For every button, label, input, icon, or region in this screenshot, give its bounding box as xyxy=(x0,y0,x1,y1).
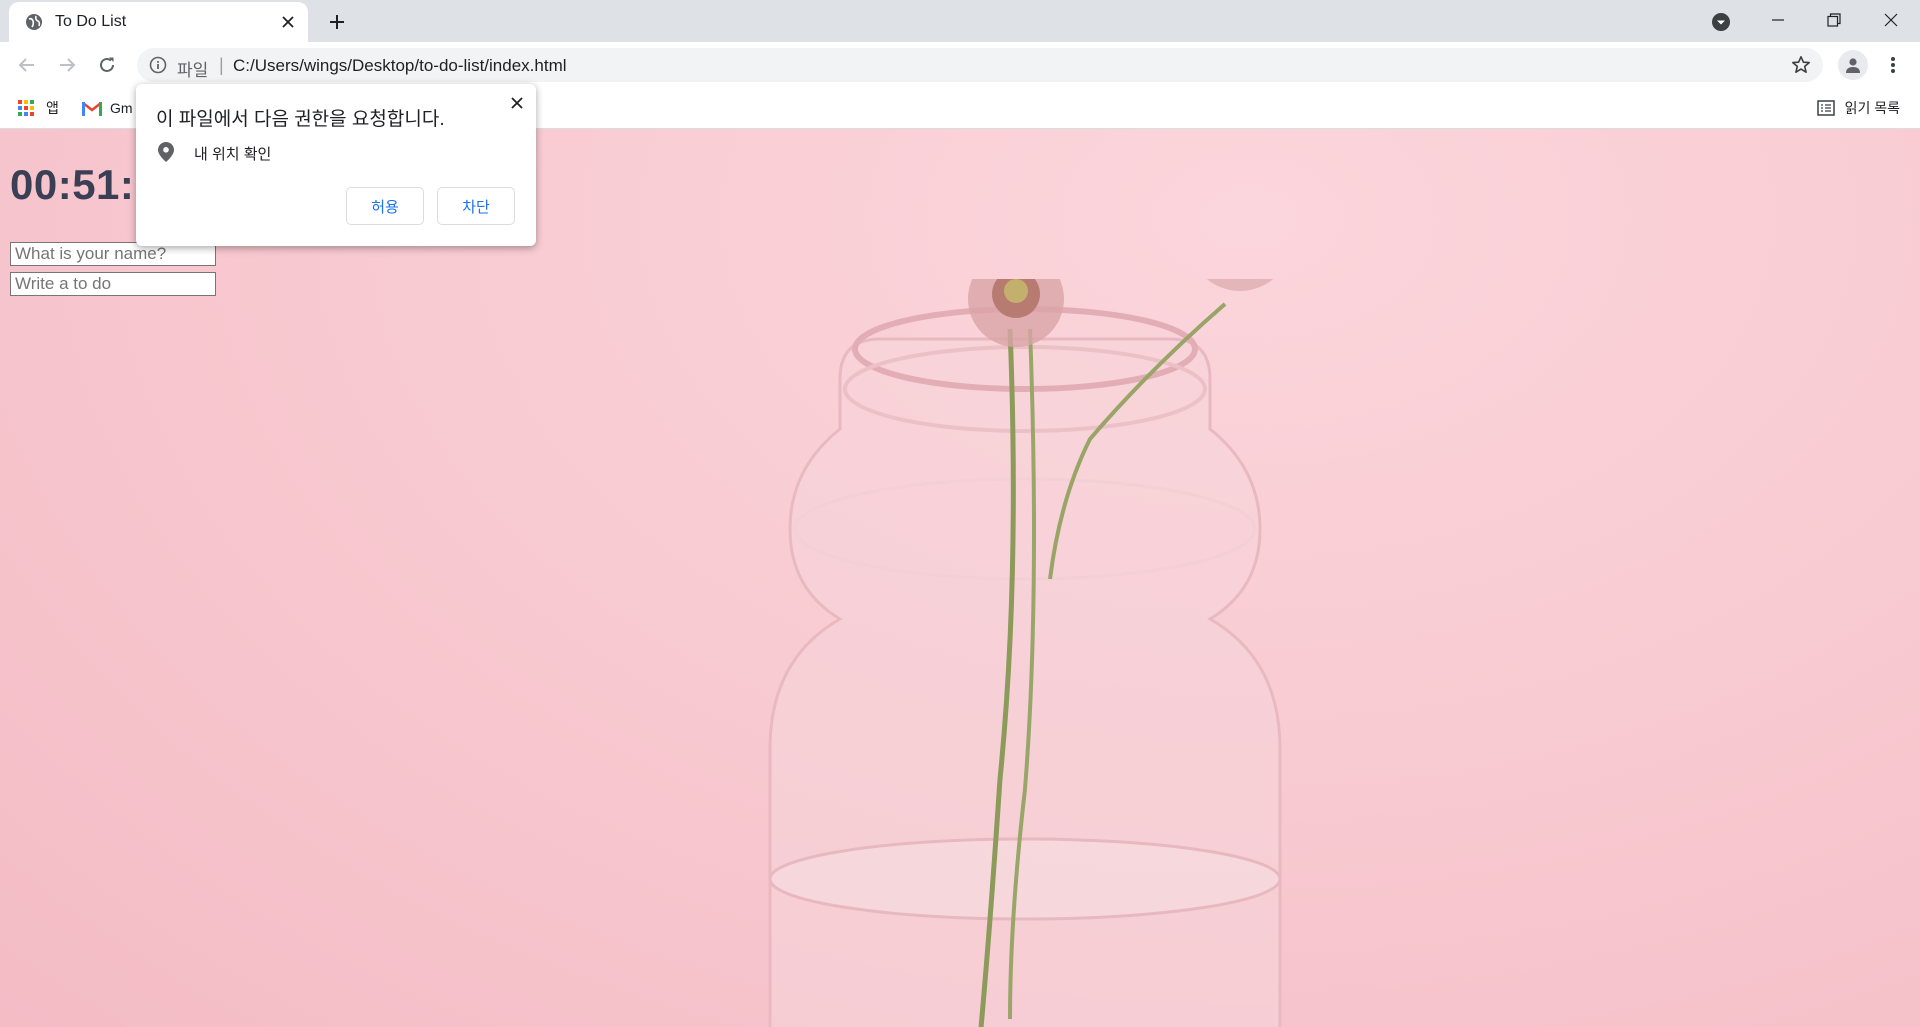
address-bar[interactable]: 파일 | C:/Users/wings/Desktop/to-do-list/i… xyxy=(137,48,1823,82)
permission-title: 이 파일에서 다음 권한을 요청합니다. xyxy=(156,109,445,130)
tab-strip: To Do List xyxy=(0,0,1920,42)
reading-list-label: 읽기 목록 xyxy=(1844,100,1900,116)
restore-icon xyxy=(1827,13,1841,27)
arrow-left-icon xyxy=(18,58,34,72)
url-separator: | xyxy=(219,55,224,75)
star-icon[interactable] xyxy=(1791,55,1811,75)
browser-menu-button[interactable] xyxy=(1878,50,1908,80)
globe-icon xyxy=(26,14,42,30)
plus-icon xyxy=(330,15,344,29)
tab-close-button[interactable] xyxy=(276,10,300,34)
person-icon xyxy=(1846,58,1860,73)
browser-toolbar: 파일 | C:/Users/wings/Desktop/to-do-list/i… xyxy=(0,42,1920,88)
tab-to-do-list[interactable]: To Do List xyxy=(9,2,308,42)
bookmark-gmail-label: Gm xyxy=(110,100,133,116)
tab-search-button[interactable] xyxy=(1708,9,1734,35)
todo-input[interactable] xyxy=(10,272,216,296)
allow-button[interactable]: 허용 xyxy=(346,187,424,225)
apps-grid-icon xyxy=(18,100,34,116)
page-viewport: 00:51:0 xyxy=(0,129,1920,1027)
forward-button[interactable] xyxy=(51,49,83,81)
info-icon[interactable] xyxy=(149,56,167,74)
kebab-menu-icon xyxy=(1891,57,1895,73)
permission-item-location: 내 위치 확인 xyxy=(194,146,272,163)
new-tab-button[interactable] xyxy=(324,9,350,35)
flower-vase-background-image xyxy=(768,279,1282,1027)
block-button[interactable]: 차단 xyxy=(437,187,515,225)
profile-button[interactable] xyxy=(1838,50,1868,80)
gmail-icon xyxy=(82,101,102,116)
reading-list-icon xyxy=(1816,100,1835,116)
arrow-right-icon xyxy=(60,58,76,72)
bookmark-gmail[interactable]: Gm xyxy=(82,97,133,119)
close-window-button[interactable] xyxy=(1862,0,1920,40)
close-icon xyxy=(282,16,294,28)
close-icon xyxy=(511,97,523,109)
bookmark-apps-label: 앱 xyxy=(46,100,59,116)
chevron-down-circle-icon xyxy=(1712,13,1730,31)
location-pin-icon xyxy=(158,142,174,162)
tab-title: To Do List xyxy=(55,13,127,30)
reload-button[interactable] xyxy=(91,49,123,81)
restore-button[interactable] xyxy=(1805,0,1863,40)
reload-icon xyxy=(100,57,114,72)
permission-close-button[interactable] xyxy=(506,92,528,114)
reading-list-button[interactable]: 읽기 목록 xyxy=(1816,97,1900,119)
close-icon xyxy=(1884,13,1898,27)
url-text[interactable]: C:/Users/wings/Desktop/to-do-list/index.… xyxy=(233,56,567,76)
location-permission-prompt: 이 파일에서 다음 권한을 요청합니다. 내 위치 확인 허용 차단 xyxy=(136,84,536,246)
minimize-icon xyxy=(1772,19,1784,21)
back-button[interactable] xyxy=(11,49,43,81)
url-scheme-label: 파일 xyxy=(177,61,209,80)
minimize-button[interactable] xyxy=(1749,0,1807,40)
bookmark-apps[interactable]: 앱 xyxy=(18,97,59,119)
